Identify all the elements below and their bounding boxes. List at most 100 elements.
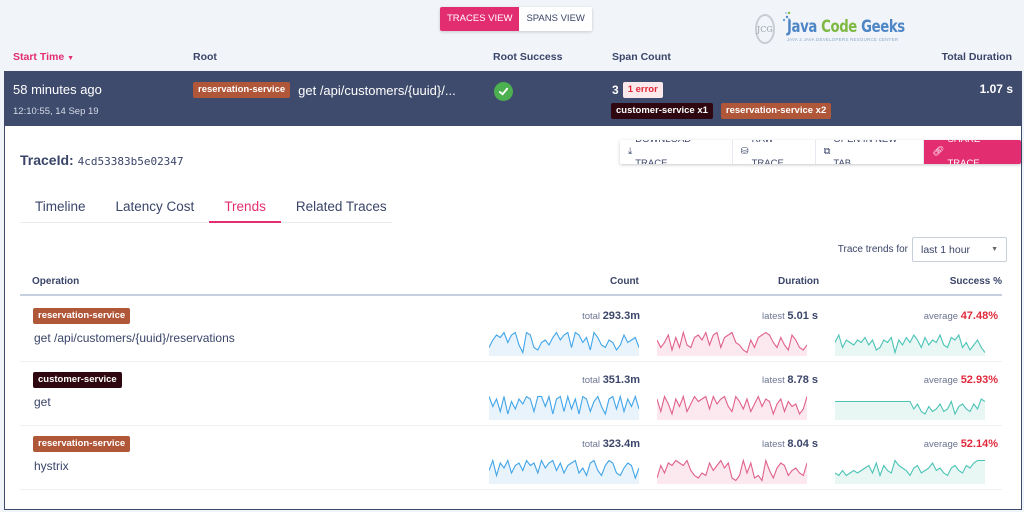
traces-view-button[interactable]: TRACES VIEW bbox=[440, 7, 520, 31]
success-sparkline-line bbox=[835, 459, 985, 478]
service-tag: customer-service bbox=[33, 372, 122, 388]
trend-row[interactable]: customer-service get total 351.3m latest 8.… bbox=[20, 362, 1002, 426]
success-check-icon bbox=[494, 82, 513, 101]
raw-label: RAW TRACE bbox=[751, 140, 784, 164]
success-metric-label: average bbox=[923, 439, 959, 450]
error-badge: 1 error bbox=[622, 82, 663, 98]
link-icon: 🔗︎ bbox=[932, 146, 945, 157]
trend-row[interactable]: reservation-service hystrix total 323.4m la… bbox=[20, 426, 1002, 490]
root-header[interactable]: Root bbox=[193, 51, 217, 63]
duration-value: 8.04 s bbox=[787, 438, 818, 450]
success-sparkline bbox=[835, 333, 985, 356]
tab-timeline[interactable]: Timeline bbox=[20, 189, 101, 223]
service-tag: reservation-service bbox=[33, 436, 131, 452]
tab-trends[interactable]: Trends bbox=[209, 189, 281, 223]
spans-view-button[interactable]: SPANS VIEW bbox=[519, 7, 591, 31]
count-metric: total 323.4m bbox=[470, 438, 640, 450]
success-value: 47.48% bbox=[960, 310, 998, 322]
sort-down-icon: ▼ bbox=[67, 55, 75, 62]
external-link-icon: ⧉ bbox=[823, 146, 831, 157]
success-header: Success % bbox=[949, 276, 1002, 287]
open-label: OPEN IN NEW TAB bbox=[833, 140, 897, 164]
logo-circle-icon: JCG bbox=[755, 14, 775, 44]
success-sparkline bbox=[835, 459, 985, 484]
duration-metric: latest 8.78 s bbox=[648, 374, 818, 386]
download-trace-button[interactable]: ⤓DOWNLOAD TRACE bbox=[620, 140, 733, 164]
success-metric-label: average bbox=[923, 311, 959, 322]
raw-trace-button[interactable]: ⛁RAW TRACE bbox=[732, 140, 816, 164]
operation-name: get bbox=[34, 395, 51, 409]
success-value: 52.93% bbox=[960, 374, 998, 386]
share-label: SHARE TRACE bbox=[947, 140, 980, 164]
duration-sparkline-area bbox=[657, 460, 807, 484]
success-metric: average 52.93% bbox=[828, 374, 998, 386]
trends-table-header: Operation Count Duration Success % bbox=[20, 274, 1002, 296]
success-value: 52.14% bbox=[960, 438, 998, 450]
count-metric-label: total bbox=[582, 439, 601, 450]
count-value: 351.3m bbox=[602, 374, 640, 386]
duration-value: 8.78 s bbox=[787, 374, 818, 386]
duration-header: Duration bbox=[778, 276, 820, 287]
java-code-geeks-logo: JCG Java Code Geeks JAVA 2 JAVA DEVELOPE… bbox=[755, 10, 915, 48]
download-label: DOWNLOAD TRACE bbox=[635, 140, 691, 164]
view-toggle: TRACES VIEW SPANS VIEW bbox=[440, 7, 592, 31]
total-duration-header[interactable]: Total Duration bbox=[942, 51, 1012, 63]
trace-table-header: Start Time ▼ Root Root Success Span Coun… bbox=[0, 51, 1024, 67]
duration-metric: latest 8.04 s bbox=[648, 438, 818, 450]
duration-value: 5.01 s bbox=[787, 310, 818, 322]
logo-geeks: Geeks bbox=[860, 16, 905, 37]
service-count-tag: customer-service x1 bbox=[611, 103, 713, 119]
download-icon: ⤓ bbox=[628, 146, 633, 157]
trend-range-select[interactable]: last 1 hour ▼ bbox=[912, 237, 1007, 262]
duration-metric-label: latest bbox=[762, 375, 785, 386]
success-sparkline-area bbox=[835, 335, 985, 356]
tab-latency-cost[interactable]: Latency Cost bbox=[101, 189, 210, 223]
service-count-tag: reservation-service x2 bbox=[720, 103, 832, 119]
database-icon: ⛁ bbox=[740, 146, 749, 157]
trace-id-value: 4cd53383b5e02347 bbox=[77, 155, 184, 168]
count-metric: total 351.3m bbox=[470, 374, 640, 386]
logo-code: Code bbox=[820, 16, 857, 37]
count-sparkline bbox=[489, 394, 639, 420]
trace-id-label: TraceId: bbox=[20, 152, 74, 168]
count-value: 323.4m bbox=[602, 438, 640, 450]
trace-id: TraceId: 4cd53383b5e02347 bbox=[20, 152, 184, 168]
chevron-down-icon: ▼ bbox=[991, 246, 998, 253]
trace-detail-panel: TraceId: 4cd53383b5e02347 ⤓DOWNLOAD TRAC… bbox=[4, 126, 1022, 510]
count-metric-label: total bbox=[582, 375, 601, 386]
tab-related-traces[interactable]: Related Traces bbox=[281, 189, 402, 223]
count-sparkline bbox=[489, 458, 639, 484]
logo-name: Java Code Geeks bbox=[787, 17, 905, 37]
count-metric-label: total bbox=[582, 311, 601, 322]
share-trace-button[interactable]: 🔗︎SHARE TRACE bbox=[924, 140, 1021, 164]
count-metric: total 293.3m bbox=[470, 310, 640, 322]
operation-name: hystrix bbox=[34, 459, 69, 473]
operation-name: get /api/customers/{uuid}/reservations bbox=[34, 331, 235, 345]
total-duration: 1.07 s bbox=[979, 82, 1013, 96]
start-time-label: Start Time bbox=[13, 51, 65, 63]
duration-sparkline bbox=[657, 458, 807, 484]
span-count-header[interactable]: Span Count bbox=[612, 51, 671, 63]
trace-row[interactable]: 58 minutes ago 12:10:55, 14 Sep 19 reser… bbox=[4, 71, 1022, 126]
duration-sparkline bbox=[657, 330, 807, 356]
root-success-header[interactable]: Root Success bbox=[493, 51, 562, 63]
trend-row[interactable]: reservation-service get /api/customers/{u… bbox=[20, 298, 1002, 362]
root-operation: get /api/customers/{uuid}/... bbox=[298, 82, 456, 98]
success-metric-label: average bbox=[923, 375, 959, 386]
start-time-header[interactable]: Start Time ▼ bbox=[13, 51, 74, 63]
success-metric: average 47.48% bbox=[828, 310, 998, 322]
trace-start-date: 12:10:55, 14 Sep 19 bbox=[13, 106, 99, 117]
service-tag: reservation-service bbox=[33, 308, 131, 324]
duration-sparkline bbox=[657, 394, 807, 420]
trace-actions: ⤓DOWNLOAD TRACE ⛁RAW TRACE ⧉OPEN IN NEW … bbox=[620, 140, 1021, 164]
trend-range-value: last 1 hour bbox=[921, 243, 971, 256]
root-service-tag: reservation-service bbox=[193, 82, 291, 98]
logo-tagline: JAVA 2 JAVA DEVELOPERS RESOURCE CENTER bbox=[786, 36, 899, 42]
duration-metric-label: latest bbox=[762, 311, 785, 322]
trend-range: Trace trends for last 1 hour ▼ bbox=[838, 237, 1007, 262]
duration-sparkline-area bbox=[657, 396, 807, 420]
success-metric: average 52.14% bbox=[828, 438, 998, 450]
logo-java: Java bbox=[786, 16, 817, 37]
open-in-new-tab-button[interactable]: ⧉OPEN IN NEW TAB bbox=[815, 140, 925, 164]
trend-range-label: Trace trends for bbox=[837, 244, 908, 255]
